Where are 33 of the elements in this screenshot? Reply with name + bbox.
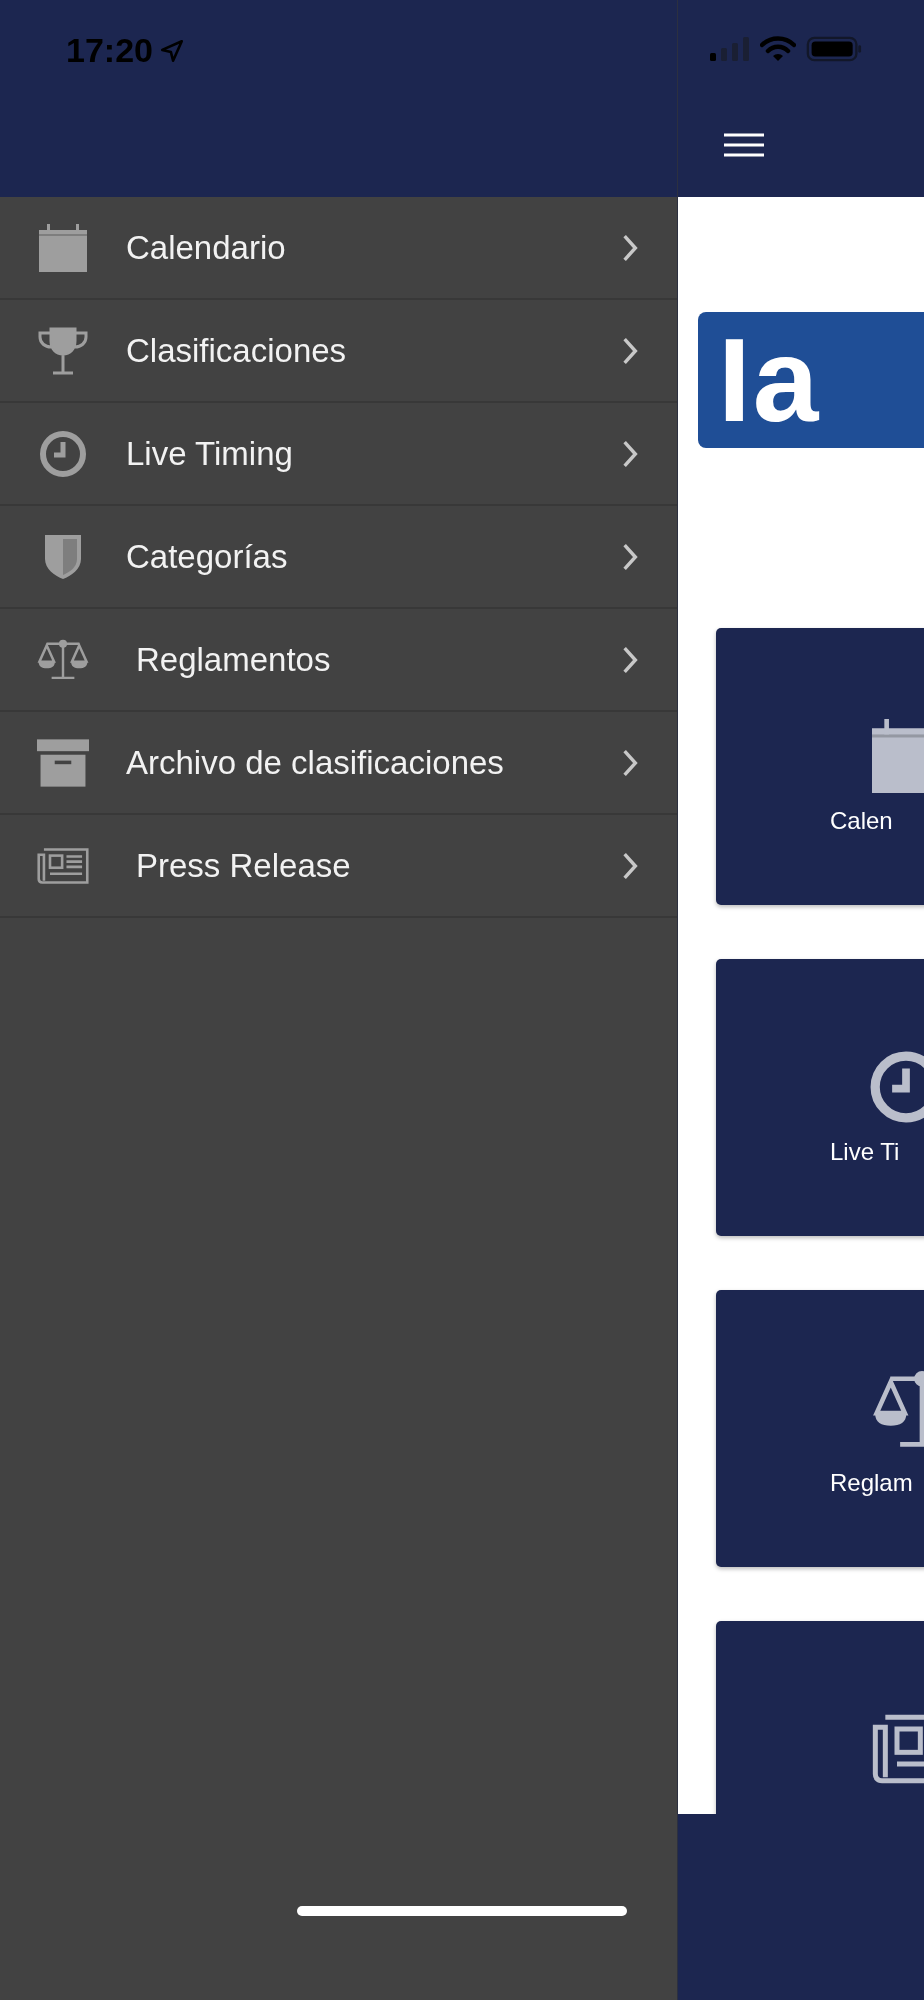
menu-button[interactable]: [724, 133, 764, 157]
drawer-menu-item[interactable]: Press Release: [0, 815, 677, 918]
chevron-right-icon: [621, 541, 639, 572]
status-time: 17:20: [66, 30, 153, 70]
location-arrow-icon: [158, 38, 185, 64]
chevron-right-icon: [621, 747, 639, 778]
drawer-menu-item[interactable]: Archivo de clasificaciones: [0, 712, 677, 815]
signal-icon: [710, 37, 750, 61]
menu-tile[interactable]: Reglam: [716, 1290, 924, 1567]
trophy-icon: [37, 326, 89, 375]
tile-label: Calen: [830, 807, 893, 835]
drawer-menu-item[interactable]: Clasificaciones: [0, 300, 677, 403]
chevron-right-icon: [621, 438, 639, 469]
logo: Ia: [698, 312, 924, 448]
tile-label: Live Ti: [830, 1138, 900, 1166]
chevron-right-icon: [621, 644, 639, 675]
chevron-right-icon: [621, 335, 639, 366]
wifi-icon: [760, 36, 796, 62]
clock-icon: [869, 1050, 924, 1124]
chevron-right-icon: [621, 232, 639, 263]
drawer-menu-item[interactable]: Categorías: [0, 506, 677, 609]
drawer-menu-item[interactable]: Calendario: [0, 197, 677, 300]
clock-icon: [37, 429, 89, 478]
calendar-icon: [872, 719, 924, 793]
calendar-icon: [37, 223, 89, 272]
chevron-right-icon: [621, 850, 639, 881]
drawer-menu-item[interactable]: Live Timing: [0, 403, 677, 506]
menu-tile[interactable]: Live Ti: [716, 959, 924, 1236]
tile-label: Reglam: [830, 1469, 913, 1497]
drawer-menu-item[interactable]: Reglamentos: [0, 609, 677, 712]
battery-icon: [806, 35, 862, 63]
menu-tile[interactable]: Calen: [716, 628, 924, 905]
archive-box-icon: [37, 738, 89, 787]
